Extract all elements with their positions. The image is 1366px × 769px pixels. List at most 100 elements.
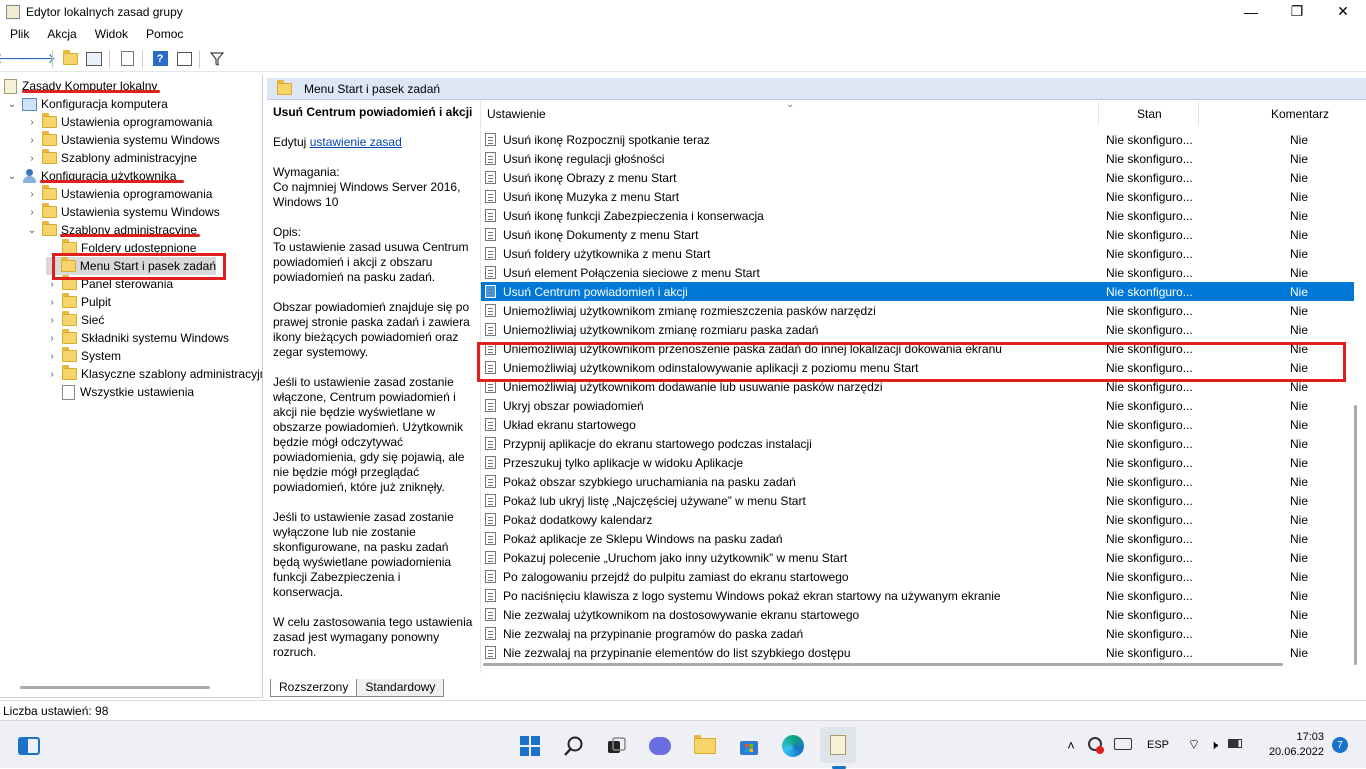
table-row[interactable]: Usuń ikonę regulacji głośności Nie skonfi… bbox=[481, 149, 1354, 168]
table-row[interactable]: Po naciśnięciu klawisza z logo systemu W… bbox=[481, 586, 1354, 605]
filter-icon[interactable] bbox=[206, 48, 228, 70]
pane-header-title: Menu Start i pasek zadań bbox=[304, 81, 441, 96]
chevron-right-icon[interactable]: › bbox=[26, 117, 38, 128]
chevron-right-icon[interactable]: › bbox=[26, 153, 38, 164]
tree-user-windows[interactable]: › Ustawienia systemu Windows bbox=[26, 203, 220, 221]
table-row[interactable]: Usuń element Połączenia sieciowe z menu … bbox=[481, 263, 1354, 282]
wifi-icon[interactable]: ⌔ bbox=[1184, 736, 1204, 754]
table-row[interactable]: Po zalogowaniu przejdź do pulpitu zamias… bbox=[481, 567, 1354, 586]
chevron-down-icon[interactable]: ⌄ bbox=[26, 225, 38, 236]
chevron-right-icon[interactable]: › bbox=[26, 135, 38, 146]
gpedit-window: Edytor lokalnych zasad grupy — ❐ ✕ Plik … bbox=[0, 0, 1366, 720]
search-icon[interactable] bbox=[561, 733, 587, 759]
teams-chat-icon[interactable] bbox=[647, 733, 673, 759]
menu-akcja[interactable]: Akcja bbox=[37, 27, 84, 41]
computer-icon bbox=[22, 97, 37, 111]
tree-computer-windows[interactable]: › Ustawienia systemu Windows bbox=[26, 131, 220, 149]
tree-classic-templates[interactable]: › Klasyczne szablony administracyjne bbox=[46, 365, 262, 383]
chevron-up-icon[interactable]: ˄ bbox=[1060, 738, 1082, 753]
chevron-right-icon[interactable]: › bbox=[26, 207, 38, 218]
windows-start-icon[interactable] bbox=[517, 733, 543, 759]
chevron-right-icon[interactable]: › bbox=[46, 351, 58, 362]
forward-icon[interactable]: 🡒 bbox=[18, 48, 56, 70]
table-row[interactable]: Pokaż lub ukryj listę „Najczęściej używa… bbox=[481, 491, 1354, 510]
edge-icon[interactable] bbox=[780, 733, 806, 759]
battery-icon[interactable] bbox=[1224, 739, 1246, 751]
tab-extended[interactable]: Rozszerzony bbox=[270, 679, 358, 697]
table-row[interactable]: Uniemożliwiaj użytkownikom zmianę rozmie… bbox=[481, 301, 1354, 320]
list-vertical-scrollbar[interactable] bbox=[1354, 405, 1357, 665]
tree-user-software[interactable]: › Ustawienia oprogramowania bbox=[26, 185, 212, 203]
table-row[interactable]: Nie zezwalaj na przypinanie programów do… bbox=[481, 624, 1354, 643]
menu-pomoc[interactable]: Pomoc bbox=[136, 27, 191, 41]
list-horizontal-scrollbar[interactable] bbox=[483, 663, 1283, 666]
table-row[interactable]: Przypnij aplikacje do ekranu startowego … bbox=[481, 434, 1354, 453]
table-row[interactable]: Usuń foldery użytkownika z menu Start Nie… bbox=[481, 244, 1354, 263]
table-row[interactable]: Pokaż aplikacje ze Sklepu Windows na pas… bbox=[481, 529, 1354, 548]
column-header-comment[interactable]: Komentarz bbox=[1271, 100, 1329, 128]
edit-policy-link[interactable]: ustawienie zasad bbox=[310, 135, 402, 149]
chevron-right-icon[interactable]: › bbox=[46, 333, 58, 344]
table-row-selected[interactable]: Usuń Centrum powiadomień i akcji Nie skon… bbox=[481, 282, 1354, 301]
annotation-underline bbox=[22, 90, 160, 93]
tree-scrollbar[interactable] bbox=[20, 686, 210, 689]
chevron-right-icon[interactable]: › bbox=[46, 297, 58, 308]
show-hide-tree-icon[interactable] bbox=[83, 48, 105, 70]
setting-comment: Nie bbox=[1290, 588, 1309, 603]
column-header-setting[interactable]: Ustawienie bbox=[487, 100, 546, 128]
minimize-button[interactable]: — bbox=[1228, 0, 1274, 23]
menu-widok[interactable]: Widok bbox=[85, 27, 136, 41]
table-row[interactable]: Nie zezwalaj użytkownikom na dostosowywa… bbox=[481, 605, 1354, 624]
table-row[interactable]: Ukryj obszar powiadomień Nie skonfiguro..… bbox=[481, 396, 1354, 415]
file-explorer-icon[interactable] bbox=[692, 733, 718, 759]
table-row[interactable]: Uniemożliwiaj użytkownikom zmianę rozmia… bbox=[481, 320, 1354, 339]
table-row[interactable]: Pokazuj polecenie „Uruchom jako inny uży… bbox=[481, 548, 1354, 567]
language-indicator[interactable]: ESP bbox=[1138, 739, 1178, 751]
app-tray-icon[interactable] bbox=[1082, 736, 1108, 754]
tab-standard[interactable]: Standardowy bbox=[356, 679, 445, 697]
group-policy-editor-icon[interactable] bbox=[820, 727, 856, 763]
menu-plik[interactable]: Plik bbox=[0, 27, 37, 41]
tree-computer-admin[interactable]: › Szablony administracyjne bbox=[26, 149, 197, 167]
table-row[interactable]: Usuń ikonę Dokumenty z menu Start Nie sko… bbox=[481, 225, 1354, 244]
tree-computer-config[interactable]: ⌄ Konfiguracja komputera bbox=[6, 95, 168, 113]
table-row[interactable]: Pokaż dodatkowy kalendarz Nie skonfiguro.… bbox=[481, 510, 1354, 529]
keyboard-icon[interactable] bbox=[1108, 737, 1138, 753]
table-row[interactable]: Przeszukuj tylko aplikacje w widoku Apli… bbox=[481, 453, 1354, 472]
notification-badge[interactable]: 7 bbox=[1332, 737, 1348, 753]
tree-windows-components[interactable]: › Składniki systemu Windows bbox=[46, 329, 229, 347]
table-row[interactable]: Nie zezwalaj na przypinanie elementów do… bbox=[481, 643, 1354, 662]
tree-computer-software[interactable]: › Ustawienia oprogramowania bbox=[26, 113, 212, 131]
tree-system[interactable]: › System bbox=[46, 347, 121, 365]
task-view-icon[interactable] bbox=[603, 733, 629, 759]
chevron-right-icon[interactable]: › bbox=[46, 279, 58, 290]
chevron-down-icon[interactable]: ⌄ bbox=[6, 99, 18, 110]
quick-settings[interactable]: ⌔ 🕨 bbox=[1184, 721, 1246, 769]
tree-desktop[interactable]: › Pulpit bbox=[46, 293, 111, 311]
tree-all-settings[interactable]: Wszystkie ustawienia bbox=[46, 383, 194, 401]
export-list-icon[interactable] bbox=[116, 48, 138, 70]
table-row[interactable]: Układ ekranu startowego Nie skonfiguro...… bbox=[481, 415, 1354, 434]
clock[interactable]: 17:03 20.06.2022 bbox=[1258, 730, 1324, 760]
volume-muted-icon[interactable]: 🕨 bbox=[1204, 737, 1224, 753]
table-row[interactable]: Usuń ikonę Muzyka z menu Start Nie skonfi… bbox=[481, 187, 1354, 206]
table-row[interactable]: Usuń ikonę Rozpocznij spotkanie teraz Nie… bbox=[481, 130, 1354, 149]
chevron-right-icon[interactable]: › bbox=[46, 369, 58, 380]
column-header-state[interactable]: Stan bbox=[1137, 100, 1162, 128]
help-icon[interactable]: ? bbox=[149, 48, 171, 70]
widgets-icon[interactable] bbox=[16, 733, 42, 759]
tree-network[interactable]: › Sieć bbox=[46, 311, 104, 329]
up-folder-icon[interactable] bbox=[59, 48, 81, 70]
table-row[interactable]: Usuń ikonę Obrazy z menu Start Nie skonfi… bbox=[481, 168, 1354, 187]
close-button[interactable]: ✕ bbox=[1320, 0, 1366, 23]
chevron-right-icon[interactable]: › bbox=[26, 189, 38, 200]
table-row[interactable]: Usuń ikonę funkcji Zabezpieczenia i kons… bbox=[481, 206, 1354, 225]
properties-icon[interactable] bbox=[173, 48, 195, 70]
chevron-right-icon[interactable]: › bbox=[46, 315, 58, 326]
folder-icon bbox=[42, 203, 57, 218]
store-icon[interactable] bbox=[736, 733, 762, 759]
setting-name: Usuń ikonę Obrazy z menu Start bbox=[503, 170, 677, 185]
table-row[interactable]: Pokaż obszar szybkiego uruchamiania na p… bbox=[481, 472, 1354, 491]
maximize-button[interactable]: ❐ bbox=[1274, 0, 1320, 23]
chevron-down-icon[interactable]: ⌄ bbox=[6, 171, 18, 182]
